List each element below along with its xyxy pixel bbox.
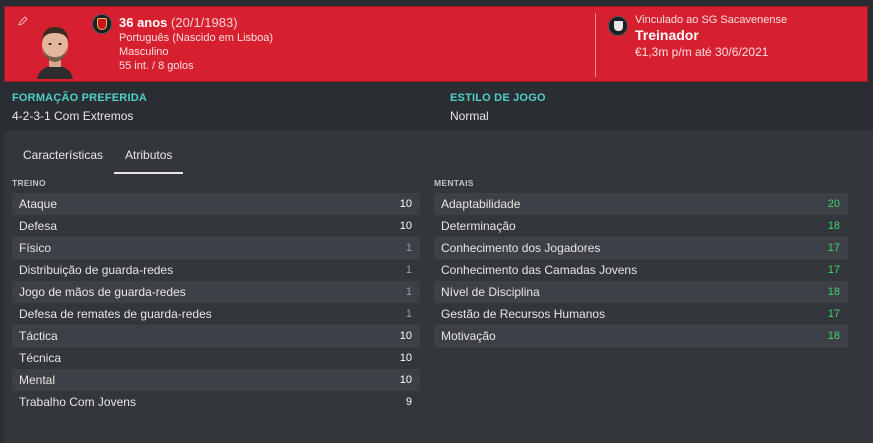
tab-characteristics[interactable]: Características <box>12 143 114 174</box>
attribute-name: Defesa de remates de guarda-redes <box>19 307 212 321</box>
style-label: ESTILO DE JOGO <box>450 92 546 104</box>
attribute-value: 20 <box>827 198 840 210</box>
attribute-name: Adaptabilidade <box>441 197 521 211</box>
attribute-value: 10 <box>399 220 412 232</box>
attribute-row[interactable]: Jogo de mãos de guarda-redes 1 <box>12 281 420 303</box>
attribute-row[interactable]: Defesa de remates de guarda-redes 1 <box>12 303 420 325</box>
attribute-row[interactable]: Mental 10 <box>12 369 420 391</box>
date-of-birth: (20/1/1983) <box>171 15 238 30</box>
club-crest-icon[interactable] <box>92 14 112 34</box>
attribute-name: Defesa <box>19 219 58 233</box>
attribute-name: Determinação <box>441 219 516 233</box>
attribute-value: 1 <box>405 286 412 298</box>
attribute-row[interactable]: Ataque 10 <box>12 193 420 215</box>
attribute-row[interactable]: Táctica 10 <box>12 325 420 347</box>
style-value: Normal <box>450 109 489 123</box>
attribute-name: Nível de Disciplina <box>441 285 540 299</box>
playing-style: ESTILO DE JOGO Normal <box>450 92 546 123</box>
profile-info: 36 anos (20/1/1983) Português (Nascido e… <box>119 15 273 72</box>
attribute-name: Conhecimento dos Jogadores <box>441 241 601 255</box>
mental-attributes: Adaptabilidade 20 Determinação 18 Conhecimen… <box>434 193 848 347</box>
nationality[interactable]: Português (Nascido em Lisboa) <box>119 32 273 44</box>
attribute-value: 1 <box>405 308 412 320</box>
attribute-value: 10 <box>399 330 412 342</box>
mental-section-label: MENTAIS <box>434 178 474 188</box>
attribute-row[interactable]: Técnica 10 <box>12 347 420 369</box>
attribute-row[interactable]: Motivação 18 <box>434 325 848 347</box>
attribute-name: Gestão de Recursos Humanos <box>441 307 606 321</box>
attribute-row[interactable]: Conhecimento das Camadas Jovens 17 <box>434 259 848 281</box>
attribute-row[interactable]: Adaptabilidade 20 <box>434 193 848 215</box>
attribute-value: 1 <box>405 242 412 254</box>
attribute-name: Distribuição de guarda-redes <box>19 263 174 277</box>
formation-label: FORMAÇÃO PREFERIDA <box>12 92 147 104</box>
attribute-row[interactable]: Físico 1 <box>12 237 420 259</box>
attribute-row[interactable]: Conhecimento dos Jogadores 17 <box>434 237 848 259</box>
attribute-row[interactable]: Nível de Disciplina 18 <box>434 281 848 303</box>
attributes-panel: Características Atributos TREINO Ataque 1… <box>4 131 873 443</box>
age: 36 anos <box>119 15 168 30</box>
attribute-row[interactable]: Defesa 10 <box>12 215 420 237</box>
attribute-value: 10 <box>399 198 412 210</box>
club-link[interactable]: Vinculado ao SG Sacavenense <box>635 14 787 26</box>
team-crest-icon[interactable] <box>608 16 628 36</box>
formation-value: 4-2-3-1 Com Extremos <box>12 109 134 123</box>
attribute-name: Táctica <box>19 329 58 343</box>
attribute-name: Trabalho Com Jovens <box>19 395 136 409</box>
attribute-row[interactable]: Distribuição de guarda-redes 1 <box>12 259 420 281</box>
attribute-row[interactable]: Determinação 18 <box>434 215 848 237</box>
role-title: Treinador <box>635 27 699 43</box>
attribute-value: 9 <box>405 396 412 408</box>
attribute-value: 18 <box>827 330 840 342</box>
attribute-value: 10 <box>399 352 412 364</box>
attribute-name: Técnica <box>19 351 62 365</box>
attribute-name: Ataque <box>19 197 58 211</box>
attribute-name: Conhecimento das Camadas Jovens <box>441 263 638 277</box>
attribute-value: 17 <box>827 264 840 276</box>
attribute-value: 18 <box>827 220 840 232</box>
role-info: Vinculado ao SG Sacavenense Treinador €1… <box>635 14 787 59</box>
contract-info: €1,3m p/m até 30/6/2021 <box>635 45 769 59</box>
edit-pencil-icon[interactable] <box>17 15 29 27</box>
gender: Masculino <box>119 46 169 58</box>
profile-header: 36 anos (20/1/1983) Português (Nascido e… <box>4 6 868 82</box>
attribute-name: Jogo de mãos de guarda-redes <box>19 285 186 299</box>
tab-attributes[interactable]: Atributos <box>114 143 184 174</box>
attribute-row[interactable]: Trabalho Com Jovens 9 <box>12 391 420 413</box>
preferred-formation: FORMAÇÃO PREFERIDA 4-2-3-1 Com Extremos <box>12 92 147 123</box>
attribute-value: 18 <box>827 286 840 298</box>
attribute-row[interactable]: Gestão de Recursos Humanos 17 <box>434 303 848 325</box>
attribute-name: Mental <box>19 373 56 387</box>
attribute-value: 10 <box>399 374 412 386</box>
tab-bar: Características Atributos <box>12 143 184 174</box>
training-section-label: TREINO <box>12 178 46 188</box>
header-divider <box>595 13 596 77</box>
attribute-name: Motivação <box>441 329 496 343</box>
avatar <box>37 27 73 79</box>
attribute-value: 1 <box>405 264 412 276</box>
attribute-value: 17 <box>827 308 840 320</box>
international-caps: 55 int. / 8 golos <box>119 60 194 72</box>
attribute-name: Físico <box>19 241 52 255</box>
training-attributes: Ataque 10 Defesa 10 Físico 1 Distribuição de g… <box>12 193 420 413</box>
attribute-value: 17 <box>827 242 840 254</box>
